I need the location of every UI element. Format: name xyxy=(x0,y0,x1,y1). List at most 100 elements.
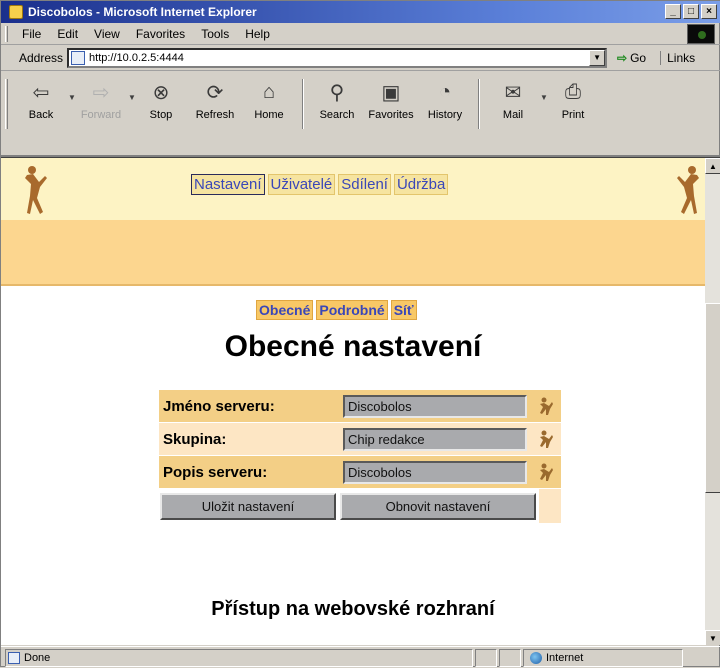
menu-file[interactable]: File xyxy=(14,27,49,41)
go-label: Go xyxy=(630,50,647,65)
subnav-obecne[interactable]: Obecné xyxy=(256,300,314,320)
go-button[interactable]: ⇨ Go xyxy=(617,51,646,65)
favorites-button[interactable]: ▣ Favorites xyxy=(366,79,416,122)
help-figure-icon xyxy=(540,463,553,481)
history-label: History xyxy=(427,109,463,121)
scroll-thumb[interactable] xyxy=(705,303,720,493)
print-button[interactable]: ⎙ Print xyxy=(548,79,598,122)
links-button[interactable]: Links xyxy=(660,50,695,65)
server-description-label: Popis serveru: xyxy=(159,456,339,488)
help-icon[interactable] xyxy=(531,456,561,488)
main-navigation: Nastavení Uživatelé Sdílení Údržba xyxy=(191,174,449,195)
close-button[interactable]: × xyxy=(701,4,717,19)
menu-bar: File Edit View Favorites Tools Help xyxy=(1,23,720,45)
nav-uzivatele[interactable]: Uživatelé xyxy=(267,174,336,195)
group-label: Skupina: xyxy=(159,423,339,455)
server-name-label: Jméno serveru: xyxy=(159,390,339,422)
scroll-down-icon[interactable]: ▼ xyxy=(705,630,720,645)
stop-icon: ⊗ xyxy=(152,81,170,104)
status-slot xyxy=(475,648,497,667)
address-dropdown-icon[interactable]: ▼ xyxy=(589,49,606,66)
toolbar-separator xyxy=(302,79,304,129)
print-label: Print xyxy=(561,109,585,121)
status-slot xyxy=(499,648,521,667)
server-name-cell xyxy=(339,390,531,422)
web-access-heading: Přístup na webovské rozhraní xyxy=(211,598,495,620)
address-url[interactable]: http://10.0.2.5:4444 xyxy=(89,52,184,64)
menu-favorites[interactable]: Favorites xyxy=(128,27,193,41)
vertical-scrollbar[interactable]: ▲ ▼ xyxy=(705,158,720,645)
history-button[interactable]: ◔ History xyxy=(420,79,470,122)
back-dropdown-icon[interactable]: ▼ xyxy=(68,93,76,102)
settings-form: Jméno serveru: Skupina: Popis serveru: xyxy=(159,390,561,523)
server-description-input[interactable] xyxy=(343,460,527,484)
ie-page-icon xyxy=(9,5,23,19)
subnav-sit[interactable]: Síť xyxy=(390,300,417,320)
zone-label: Internet xyxy=(546,651,584,664)
menu-tools[interactable]: Tools xyxy=(193,27,237,41)
stop-label: Stop xyxy=(149,109,173,121)
go-arrow-icon: ⇨ xyxy=(617,50,628,65)
status-text: Done xyxy=(24,651,51,664)
toolbar-grip[interactable] xyxy=(5,25,8,42)
search-icon: ⚲ xyxy=(329,81,345,104)
favorites-icon: ▣ xyxy=(381,81,401,104)
menu-help[interactable]: Help xyxy=(237,27,278,41)
form-row: Skupina: xyxy=(159,423,561,455)
address-field[interactable]: http://10.0.2.5:4444 ▼ xyxy=(67,47,608,68)
save-settings-button[interactable]: Uložit nastavení xyxy=(160,492,336,520)
menu-edit[interactable]: Edit xyxy=(49,27,86,41)
home-icon: ⌂ xyxy=(262,80,276,103)
reset-settings-button[interactable]: Obnovit nastavení xyxy=(340,492,536,520)
print-icon: ⎙ xyxy=(565,80,581,103)
mail-icon: ✉ xyxy=(504,81,522,104)
nav-nastaveni[interactable]: Nastavení xyxy=(191,174,265,195)
security-zone: Internet xyxy=(523,648,683,667)
status-panel: Done xyxy=(5,648,473,667)
toolbar-grip[interactable] xyxy=(5,79,8,129)
back-label: Back xyxy=(28,109,54,121)
home-label: Home xyxy=(254,109,284,121)
subnav-podrobne[interactable]: Podrobné xyxy=(316,300,388,320)
form-row: Popis serveru: xyxy=(159,456,561,488)
mail-label: Mail xyxy=(502,109,524,121)
group-cell xyxy=(339,423,531,455)
stop-button[interactable]: ⊗ Stop xyxy=(136,79,186,122)
search-button[interactable]: ⚲ Search xyxy=(312,79,362,122)
history-icon: ◔ xyxy=(438,80,452,103)
mail-dropdown-icon[interactable]: ▼ xyxy=(540,93,548,102)
page-icon xyxy=(71,50,86,65)
help-icon[interactable] xyxy=(531,390,561,422)
window-controls: _ □ × xyxy=(665,4,717,19)
minimize-button[interactable]: _ xyxy=(665,4,681,19)
title-bar[interactable]: Discobolos - Microsoft Internet Explorer… xyxy=(1,1,720,23)
nav-udrzba[interactable]: Údržba xyxy=(393,174,449,195)
menu-view[interactable]: View xyxy=(86,27,128,41)
header-banner: Nastavení Uživatelé Sdílení Údržba xyxy=(1,158,705,220)
page-viewport[interactable]: Nastavení Uživatelé Sdílení Údržba Obecn… xyxy=(1,157,720,645)
maximize-button[interactable]: □ xyxy=(683,4,699,19)
forward-arrow-icon: ⇨ xyxy=(92,81,110,104)
toolbar-separator xyxy=(478,79,480,129)
group-input[interactable] xyxy=(343,427,527,451)
status-bar: Done Internet xyxy=(1,646,720,668)
sub-navigation-bar: Obecné Podrobné Síť xyxy=(1,220,705,320)
server-name-input[interactable] xyxy=(343,394,527,418)
server-description-cell xyxy=(339,456,531,488)
back-arrow-icon: ⇦ xyxy=(32,81,50,104)
refresh-button[interactable]: ⟳ Refresh xyxy=(190,79,240,122)
standard-toolbar: ⇦ Back ▼ ⇨ Forward ▼ ⊗ Stop ⟳ Refresh ⌂ … xyxy=(1,71,720,157)
form-buttons-row: Uložit nastavení Obnovit nastavení xyxy=(159,489,561,523)
help-figure-icon xyxy=(540,430,553,448)
scroll-up-icon[interactable]: ▲ xyxy=(705,158,720,174)
page-title: Obecné nastavení xyxy=(224,330,482,363)
back-button[interactable]: ⇦ Back xyxy=(16,79,66,122)
help-icon[interactable] xyxy=(531,423,561,455)
nav-sdileni[interactable]: Sdílení xyxy=(338,174,391,195)
forward-button[interactable]: ⇨ Forward xyxy=(76,79,126,122)
forward-dropdown-icon[interactable]: ▼ xyxy=(128,93,136,102)
mail-button[interactable]: ✉ Mail xyxy=(488,79,538,122)
home-button[interactable]: ⌂ Home xyxy=(244,79,294,122)
windows-logo-icon xyxy=(687,24,715,44)
save-cell: Uložit nastavení xyxy=(159,489,339,523)
